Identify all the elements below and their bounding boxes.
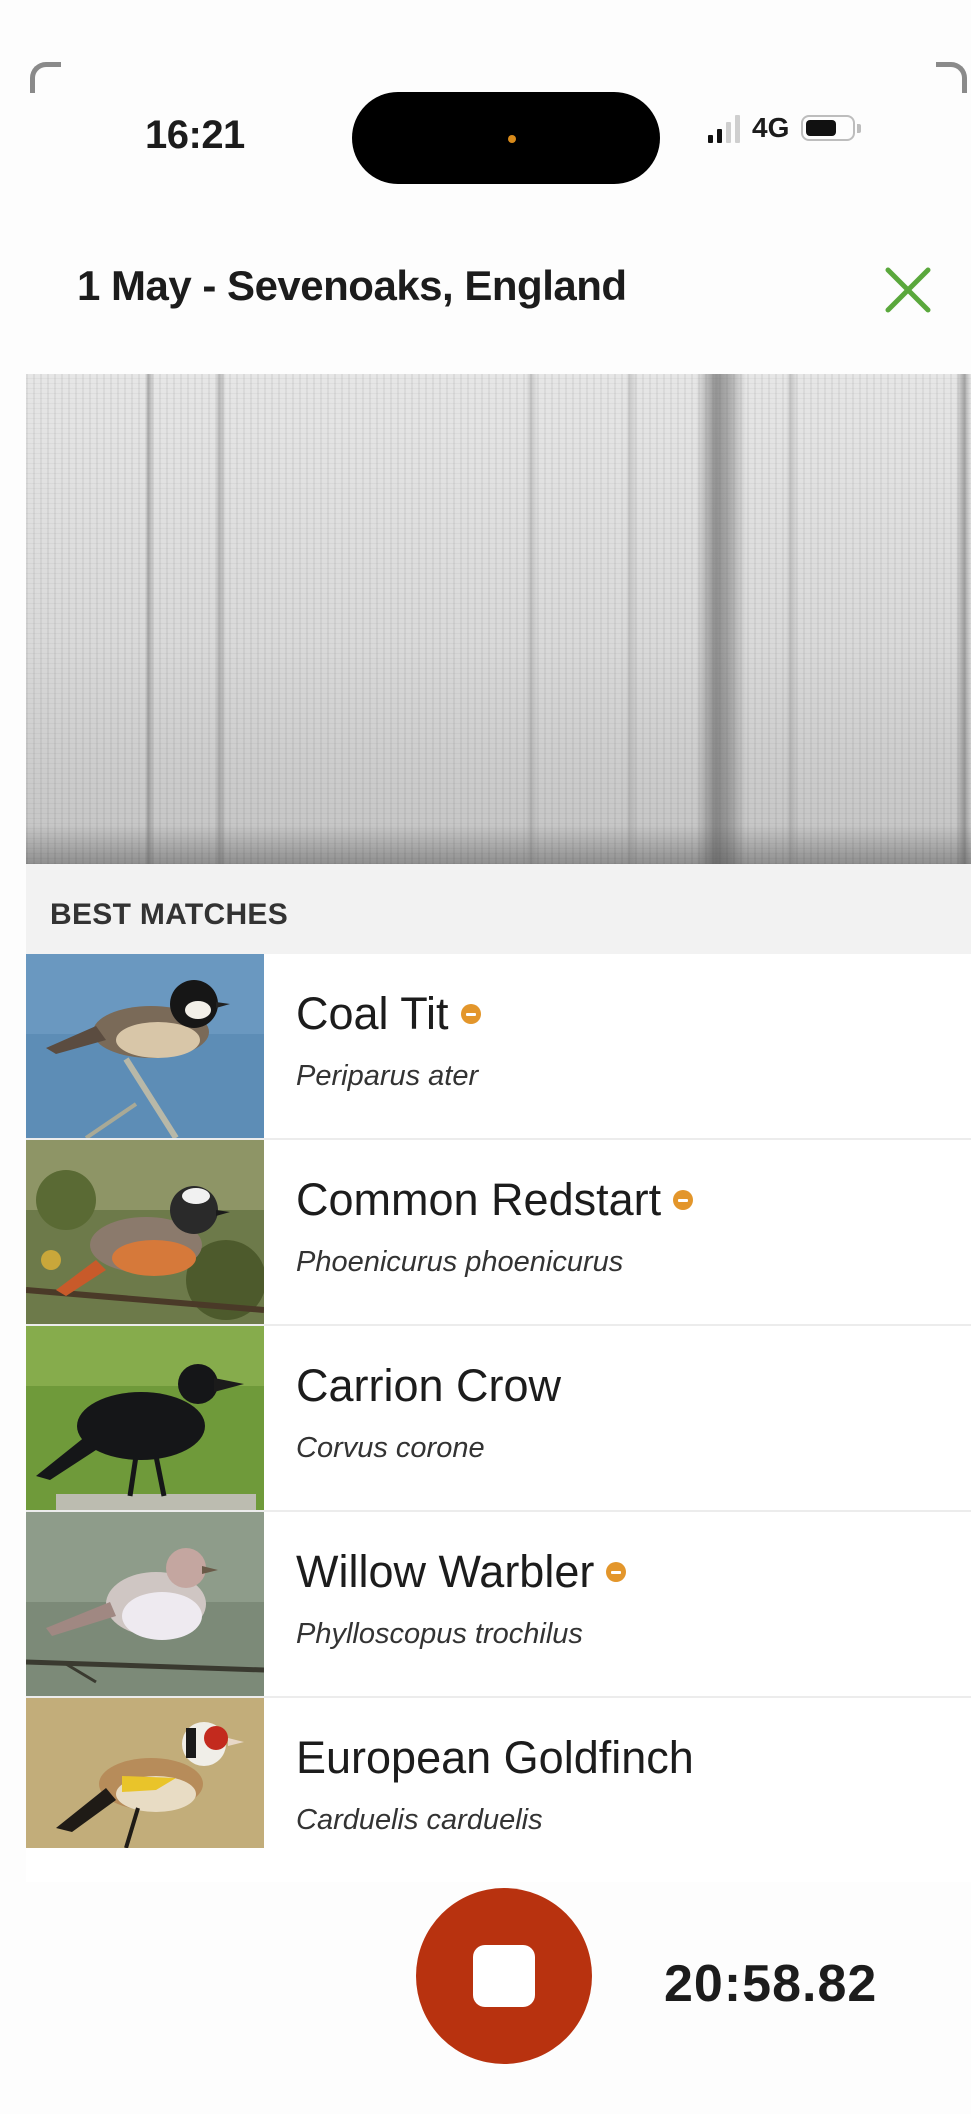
- spectrogram[interactable]: [26, 374, 971, 864]
- signal-icon: [708, 113, 740, 143]
- rarity-badge-icon: [606, 1562, 627, 1583]
- match-scientific-name: Phoenicurus phoenicurus: [296, 1246, 624, 1278]
- rarity-badge-icon: [460, 1004, 481, 1025]
- match-common-name: European Goldfinch: [296, 1732, 694, 1783]
- stop-icon: [473, 1945, 535, 2007]
- match-row-carrion-crow[interactable]: Carrion Crow Corvus corone: [26, 1326, 971, 1512]
- match-common-name: Willow Warbler: [296, 1546, 627, 1598]
- stop-recording-button[interactable]: [416, 1888, 592, 2064]
- rarity-badge-icon: [673, 1190, 694, 1211]
- phone-screen: 16:21 4G 1 May - Sevenoaks, England BEST…: [0, 0, 971, 2114]
- common-redstart-photo: [26, 1140, 264, 1324]
- network-type: 4G: [752, 112, 790, 143]
- recording-indicator-icon: [508, 135, 516, 143]
- match-common-name: Common Redstart: [296, 1174, 694, 1226]
- battery-icon: [801, 115, 862, 141]
- status-icons: 4G: [708, 112, 862, 144]
- match-common-name: Coal Tit: [296, 988, 481, 1040]
- match-row-european-goldfinch[interactable]: European Goldfinch Carduelis carduelis: [26, 1698, 971, 1882]
- carrion-crow-photo: [26, 1326, 264, 1510]
- recording-timer: 20:58.82: [664, 1955, 878, 2013]
- match-scientific-name: Phylloscopus trochilus: [296, 1618, 583, 1650]
- close-icon: [885, 267, 931, 313]
- recording-title: 1 May - Sevenoaks, England: [77, 262, 627, 309]
- close-button[interactable]: [880, 262, 936, 318]
- match-row-common-redstart[interactable]: Common Redstart Phoenicurus phoenicurus: [26, 1140, 971, 1326]
- matches-list: Coal Tit Periparus ater Common Redstart …: [26, 954, 971, 1882]
- match-row-coal-tit[interactable]: Coal Tit Periparus ater: [26, 954, 971, 1140]
- status-time: 16:21: [145, 113, 245, 157]
- match-row-willow-warbler[interactable]: Willow Warbler Phylloscopus trochilus: [26, 1512, 971, 1698]
- match-scientific-name: Carduelis carduelis: [296, 1804, 543, 1836]
- match-scientific-name: Corvus corone: [296, 1432, 485, 1464]
- screen-corner: [936, 62, 967, 93]
- coal-tit-photo: [26, 954, 264, 1138]
- section-header: BEST MATCHES: [26, 864, 971, 954]
- dynamic-island: [352, 92, 660, 184]
- european-goldfinch-photo: [26, 1698, 264, 1882]
- screen-corner: [30, 62, 61, 93]
- willow-warbler-photo: [26, 1512, 264, 1696]
- match-common-name: Carrion Crow: [296, 1360, 562, 1411]
- section-label: BEST MATCHES: [50, 898, 289, 931]
- match-scientific-name: Periparus ater: [296, 1060, 479, 1092]
